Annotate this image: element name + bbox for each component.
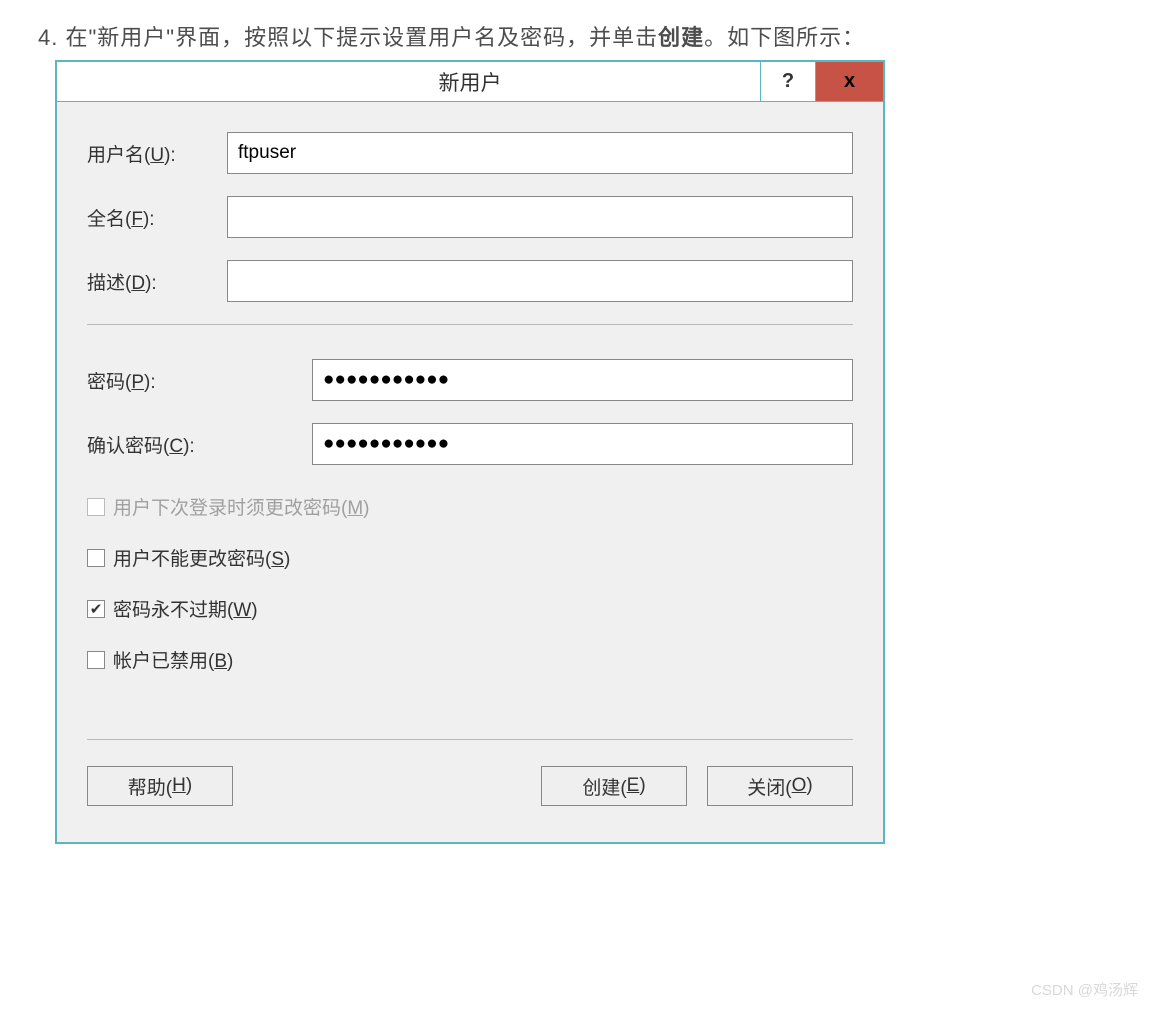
titlebar-buttons: ? x	[760, 62, 883, 101]
cannot-change-password-label: 用户不能更改密码(S)	[113, 544, 290, 571]
password-input[interactable]	[312, 359, 853, 401]
must-change-password-checkbox-row: 用户下次登录时须更改密码(M)	[87, 493, 853, 520]
password-row: 密码(P):	[87, 359, 853, 401]
close-button[interactable]: 关闭(O)	[707, 766, 853, 806]
instruction-text: 4. 在"新用户"界面，按照以下提示设置用户名及密码，并单击创建。如下图所示：	[38, 20, 865, 52]
divider-2	[87, 739, 853, 740]
username-row: 用户名(U):	[87, 132, 853, 174]
fullname-label: 全名(F):	[87, 204, 227, 231]
titlebar-help-button[interactable]: ?	[760, 62, 815, 101]
description-input[interactable]	[227, 260, 853, 302]
description-row: 描述(D):	[87, 260, 853, 302]
new-user-dialog: 新用户 ? x 用户名(U): 全名(F): 描述(D):	[55, 60, 885, 844]
titlebar-close-button[interactable]: x	[815, 62, 883, 101]
password-never-expires-checkbox[interactable]: ✔	[87, 600, 105, 618]
checkbox-section: 用户下次登录时须更改密码(M) 用户不能更改密码(S) ✔ 密码永不过期(W) …	[87, 493, 853, 673]
confirm-password-input[interactable]	[312, 423, 853, 465]
watermark: CSDN @鸡汤辉	[1031, 979, 1138, 1000]
help-button[interactable]: 帮助(H)	[87, 766, 233, 806]
password-never-expires-label: 密码永不过期(W)	[113, 595, 258, 622]
cannot-change-password-checkbox-row[interactable]: 用户不能更改密码(S)	[87, 544, 853, 571]
titlebar: 新用户 ? x	[57, 62, 883, 102]
password-never-expires-checkbox-row[interactable]: ✔ 密码永不过期(W)	[87, 595, 853, 622]
description-label: 描述(D):	[87, 268, 227, 295]
confirm-password-label: 确认密码(C):	[87, 431, 312, 458]
divider-1	[87, 324, 853, 325]
must-change-password-label: 用户下次登录时须更改密码(M)	[113, 493, 369, 520]
cannot-change-password-checkbox[interactable]	[87, 549, 105, 567]
fullname-input[interactable]	[227, 196, 853, 238]
must-change-password-checkbox	[87, 498, 105, 516]
create-button[interactable]: 创建(E)	[541, 766, 687, 806]
account-disabled-checkbox[interactable]	[87, 651, 105, 669]
fullname-row: 全名(F):	[87, 196, 853, 238]
username-input[interactable]	[227, 132, 853, 174]
button-row: 帮助(H) 创建(E) 关闭(O)	[87, 766, 853, 806]
confirm-password-row: 确认密码(C):	[87, 423, 853, 465]
dialog-body: 用户名(U): 全名(F): 描述(D): 密码(P):	[57, 102, 883, 842]
password-label: 密码(P):	[87, 367, 312, 394]
password-section: 密码(P): 确认密码(C):	[87, 359, 853, 465]
account-disabled-checkbox-row[interactable]: 帐户已禁用(B)	[87, 646, 853, 673]
account-disabled-label: 帐户已禁用(B)	[113, 646, 233, 673]
username-label: 用户名(U):	[87, 140, 227, 167]
